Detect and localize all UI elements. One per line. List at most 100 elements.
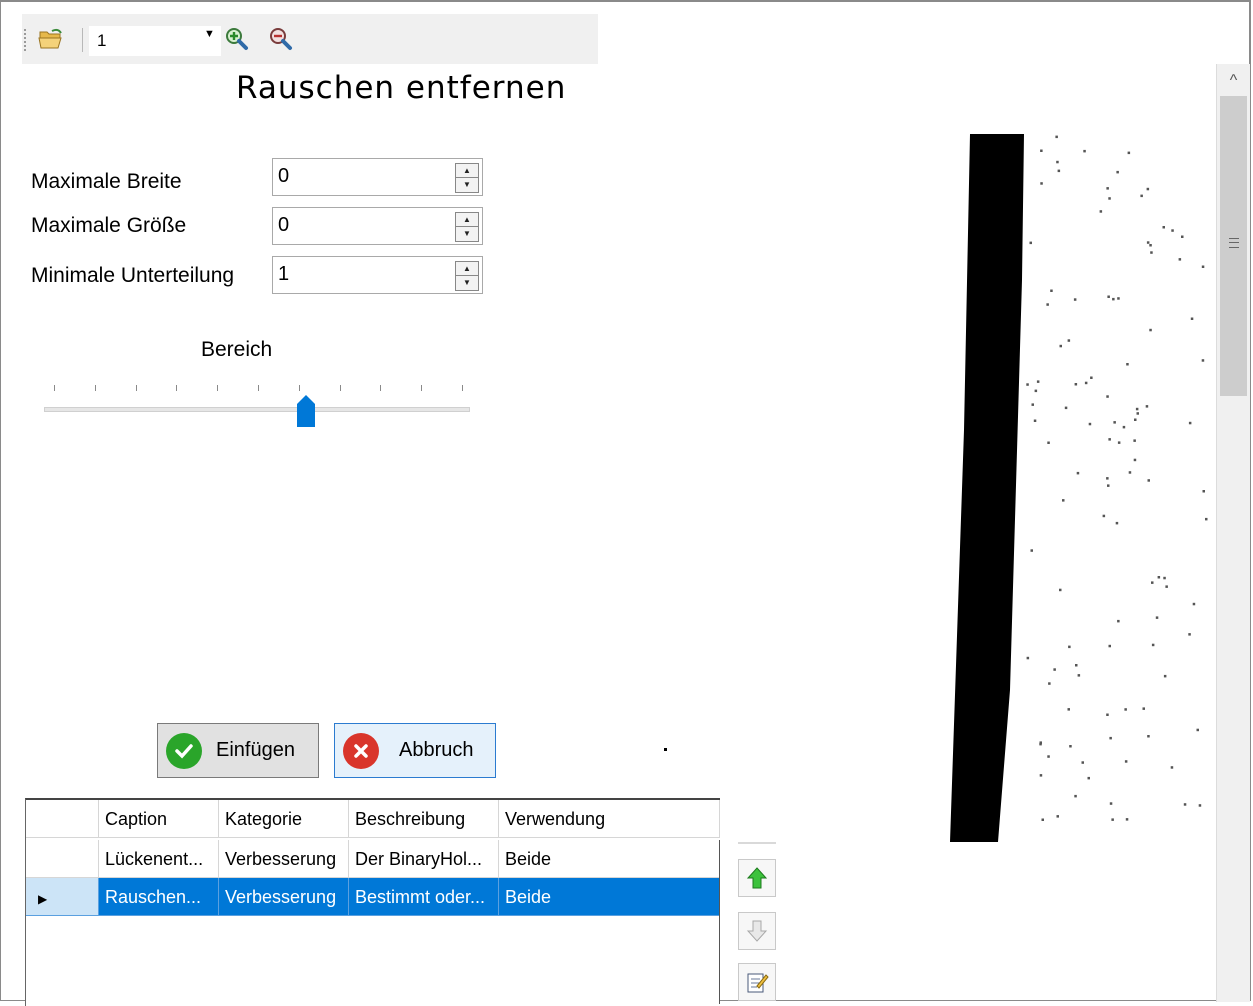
row-pointer-icon: ▶ <box>38 892 48 906</box>
noise-dot <box>1026 383 1029 386</box>
noise-dot <box>1135 407 1139 411</box>
noise-dot <box>1163 674 1167 678</box>
toolbar: 1 ▼ <box>22 14 598 64</box>
noise-dot <box>1048 682 1051 685</box>
folder-open-icon[interactable] <box>36 24 66 54</box>
noise-dot <box>1026 656 1030 660</box>
noise-dot <box>1041 818 1044 821</box>
cell-beschreibung[interactable]: Bestimmt oder... <box>349 878 499 916</box>
zoom-in-icon[interactable] <box>222 24 252 54</box>
noise-dot <box>1106 477 1109 480</box>
noise-dot <box>1196 728 1199 732</box>
insert-button[interactable]: Einfügen <box>157 723 319 778</box>
noise-dot <box>1108 438 1111 441</box>
slider-tick <box>339 385 341 391</box>
noise-dot <box>1202 490 1205 493</box>
cancel-button-label: Abbruch <box>399 739 474 761</box>
range-slider-track[interactable] <box>44 407 470 412</box>
cell-caption[interactable]: Rauschen... <box>99 878 219 916</box>
noise-dot <box>1108 197 1111 200</box>
column-header-caption[interactable]: Caption <box>99 800 219 838</box>
noise-dot <box>1133 458 1137 462</box>
column-header-verwendung[interactable]: Verwendung <box>499 800 720 838</box>
noise-dot <box>1140 194 1143 198</box>
cell-verwendung[interactable]: Beide <box>499 840 720 878</box>
stray-dot <box>664 748 667 751</box>
noise-dot <box>1069 745 1072 748</box>
zoom-out-icon[interactable] <box>266 24 296 54</box>
vertical-scrollbar[interactable]: ^ <box>1216 64 1250 1002</box>
cancel-button[interactable]: Abbruch <box>334 723 496 778</box>
table-row-selected[interactable]: ▶ Rauschen... Verbesserung Bestimmt oder… <box>26 878 720 916</box>
noise-dot <box>1053 668 1056 671</box>
noise-dot <box>1116 170 1119 174</box>
slider-tick <box>176 385 178 391</box>
noise-dot <box>1146 241 1150 244</box>
move-up-icon[interactable] <box>738 859 776 897</box>
noise-dot <box>1090 376 1093 379</box>
noise-dot <box>1150 251 1153 254</box>
min-subdivision-spinner[interactable]: 1 ▲ ▼ <box>272 256 483 294</box>
max-width-spin-buttons[interactable]: ▲ ▼ <box>455 163 479 193</box>
grid-header-row: Caption Kategorie Beschreibung Verwendun… <box>26 800 720 838</box>
chevron-up-icon[interactable]: ^ <box>1217 66 1250 96</box>
cell-beschreibung[interactable]: Der BinaryHol... <box>349 840 499 878</box>
row-header[interactable]: ▶ <box>26 878 99 916</box>
noise-dot <box>1040 149 1043 152</box>
noise-dot <box>1107 295 1110 298</box>
max-width-spinner[interactable]: 0 ▲ ▼ <box>272 158 483 196</box>
row-header[interactable] <box>26 840 99 878</box>
noise-dot <box>1034 389 1038 393</box>
cell-kategorie[interactable]: Verbesserung <box>219 878 349 916</box>
range-slider-thumb[interactable] <box>296 394 316 428</box>
noise-dot <box>1188 633 1191 636</box>
binary-image <box>950 134 1208 842</box>
noise-dot <box>1040 182 1043 185</box>
noise-dot <box>1201 265 1205 268</box>
edit-icon[interactable] <box>738 963 776 1001</box>
slider-tick <box>462 385 463 391</box>
noise-dot <box>1067 339 1071 342</box>
noise-dot <box>1029 241 1032 245</box>
chevron-down-icon[interactable]: ▼ <box>204 28 215 40</box>
min-subdivision-value[interactable]: 1 <box>278 263 289 286</box>
noise-dot <box>1083 149 1086 153</box>
noise-dot <box>1125 818 1129 821</box>
noise-dot <box>1056 160 1059 164</box>
move-down-icon[interactable] <box>738 912 776 950</box>
cell-kategorie[interactable]: Verbesserung <box>219 840 349 878</box>
noise-dot <box>1113 421 1116 424</box>
scrollbar-thumb[interactable] <box>1220 96 1247 396</box>
noise-dot <box>1036 380 1040 383</box>
noise-dot <box>1201 359 1205 362</box>
max-width-value[interactable]: 0 <box>278 165 289 188</box>
noise-dot <box>1162 226 1165 229</box>
noise-dot <box>1146 187 1150 191</box>
toolbar-grip[interactable] <box>24 29 28 51</box>
noise-dot <box>1112 297 1115 301</box>
column-header-beschreibung[interactable]: Beschreibung <box>349 800 499 838</box>
column-header-kategorie[interactable]: Kategorie <box>219 800 349 838</box>
noise-dot <box>1136 412 1139 415</box>
filter-grid[interactable]: Caption Kategorie Beschreibung Verwendun… <box>25 798 720 1006</box>
range-label: Bereich <box>201 338 273 361</box>
noise-dot <box>1134 418 1137 421</box>
max-size-spin-buttons[interactable]: ▲ ▼ <box>455 212 479 242</box>
cell-caption[interactable]: Lückenent... <box>99 840 219 878</box>
check-icon <box>166 732 202 769</box>
noise-dot <box>1047 441 1050 444</box>
min-subdivision-spin-buttons[interactable]: ▲ ▼ <box>455 261 479 291</box>
noise-dot <box>1108 644 1111 648</box>
noise-dot <box>1127 151 1131 155</box>
cell-verwendung[interactable]: Beide <box>499 878 720 916</box>
noise-dot <box>1087 776 1090 780</box>
noise-dot <box>1181 235 1184 238</box>
noise-dot <box>1074 794 1077 798</box>
max-size-spinner[interactable]: 0 ▲ ▼ <box>272 207 483 245</box>
max-size-value[interactable]: 0 <box>278 214 289 237</box>
noise-dot <box>1117 619 1120 623</box>
table-row[interactable]: Lückenent... Verbesserung Der BinaryHol.… <box>26 840 720 878</box>
page-combo[interactable]: 1 <box>89 26 221 56</box>
noise-dot <box>1047 755 1050 758</box>
noise-dot <box>1126 363 1129 366</box>
